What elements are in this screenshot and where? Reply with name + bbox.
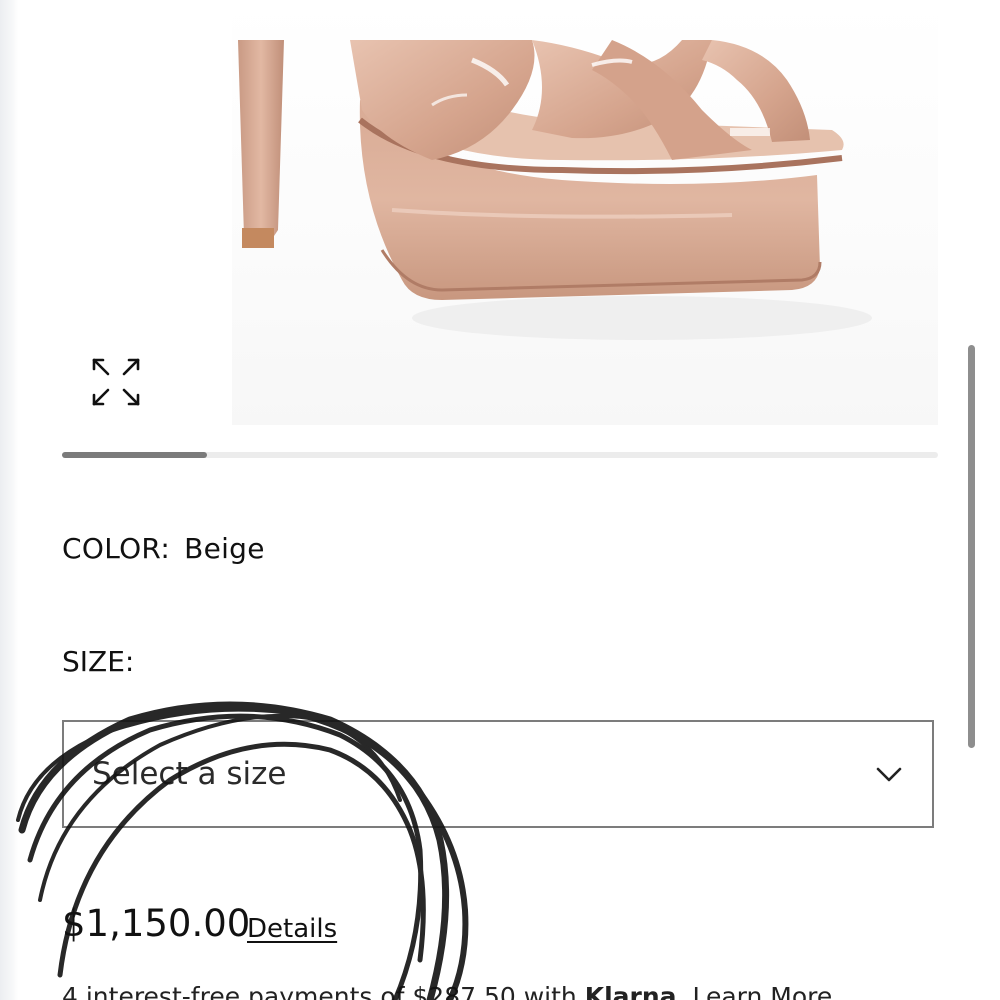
product-image[interactable] — [232, 0, 938, 425]
klarna-financing-line: 4 interest-free payments of $287.50 with… — [62, 982, 832, 1000]
color-selection: COLOR: Beige — [62, 532, 265, 565]
size-select-placeholder: Select a size — [92, 756, 287, 792]
product-page: COLOR: Beige SIZE: Select a size $1,150.0… — [0, 0, 1000, 1000]
klarna-text: 4 interest-free payments of $287.50 with — [62, 982, 585, 1000]
shoe-illustration — [238, 40, 872, 340]
size-label: SIZE: — [62, 645, 135, 678]
page-scrollbar[interactable] — [968, 345, 975, 748]
klarna-brand: Klarna — [584, 982, 677, 1000]
color-value: Beige — [184, 532, 265, 565]
product-price: $1,150.00 — [62, 902, 251, 945]
expand-icon[interactable] — [90, 356, 142, 408]
price-details-link[interactable]: Details — [247, 914, 337, 944]
left-edge-shadow — [0, 0, 18, 1000]
chevron-down-icon — [876, 767, 902, 782]
image-carousel-progress[interactable] — [62, 452, 938, 458]
klarna-text-end: . — [676, 982, 685, 1000]
klarna-learn-more-link[interactable]: Learn More — [692, 982, 832, 1000]
color-label: COLOR: — [62, 532, 171, 565]
size-select[interactable]: Select a size — [62, 720, 934, 828]
carousel-progress-thumb[interactable] — [62, 452, 208, 458]
